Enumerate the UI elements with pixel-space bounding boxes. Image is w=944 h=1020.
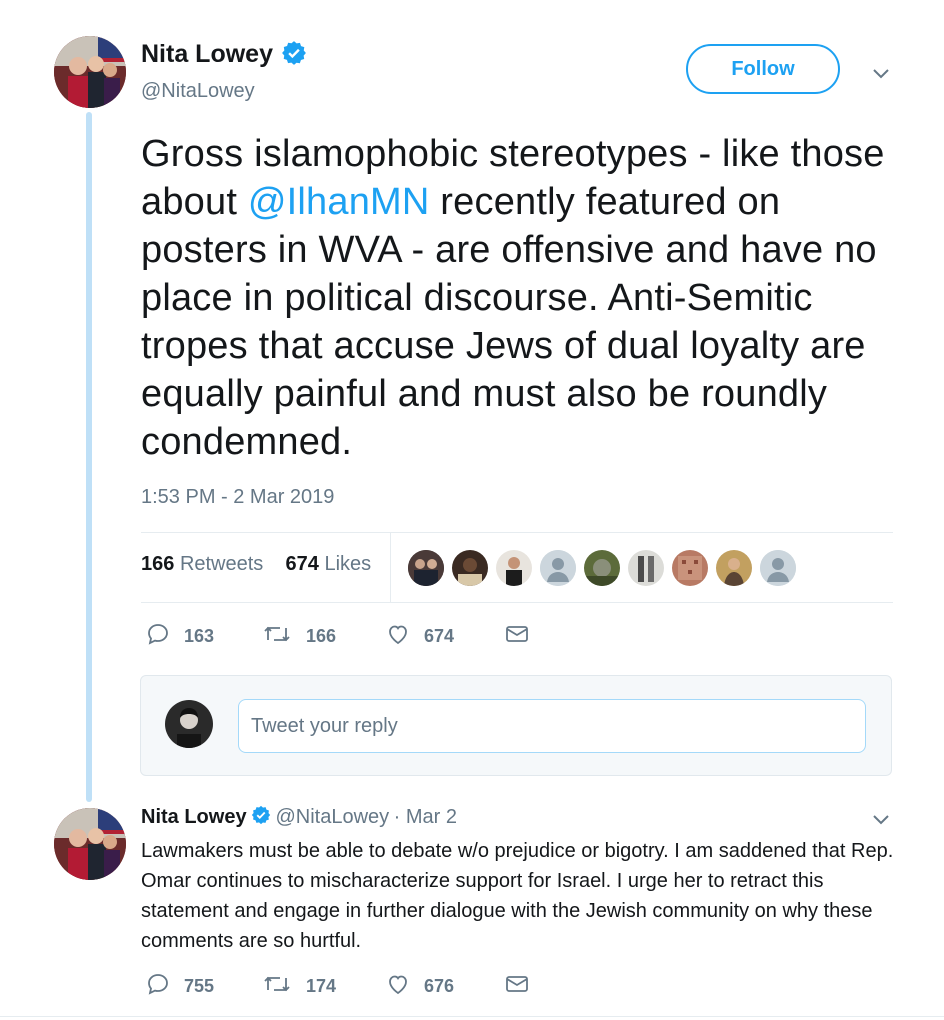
reply-date[interactable]: · Mar 2 (394, 806, 457, 828)
retweet-action[interactable]: 174 (262, 972, 336, 1001)
retweets-stat[interactable]: 166 Retweets (141, 553, 263, 575)
liker-avatar[interactable] (628, 550, 664, 586)
like-action[interactable]: 676 (386, 972, 454, 1001)
reply-tweet-text: Lawmakers must be able to debate w/o pre… (141, 840, 894, 952)
liker-avatar[interactable] (452, 550, 488, 586)
author-avatar[interactable] (54, 36, 126, 108)
author-name-row: Nita Lowey (141, 40, 307, 71)
direct-message-action[interactable] (505, 972, 529, 1001)
direct-message-action[interactable] (505, 622, 529, 651)
retweet-icon (262, 622, 292, 651)
author-name[interactable]: Nita Lowey (141, 40, 273, 68)
likes-stat[interactable]: 674 Likes (286, 553, 372, 575)
author-handle[interactable]: @NitaLowey (141, 80, 255, 103)
reply-input[interactable]: Tweet your reply (238, 699, 866, 753)
retweet-count: 174 (306, 976, 337, 996)
liker-avatar[interactable] (584, 550, 620, 586)
reply-action[interactable]: 755 (146, 972, 214, 1001)
like-count: 674 (424, 626, 455, 646)
tweet-timestamp[interactable]: 1:53 PM - 2 Mar 2019 (141, 486, 334, 509)
tweet-text-part2: recently featured on posters in WVA - ar… (141, 181, 877, 463)
retweets-count: 166 (141, 553, 175, 575)
retweet-icon (262, 972, 292, 1001)
like-count: 676 (424, 976, 455, 996)
envelope-icon (505, 622, 529, 651)
divider (141, 602, 893, 603)
verified-badge-icon (251, 805, 271, 830)
likes-count: 674 (285, 553, 319, 575)
tweet-stats: 166 Retweets 674 Likes (141, 553, 371, 576)
like-action[interactable]: 674 (386, 622, 454, 651)
retweet-count: 166 (306, 626, 337, 646)
liker-avatar[interactable] (672, 550, 708, 586)
reply-author-name[interactable]: Nita Lowey (141, 806, 247, 828)
reply-icon (146, 972, 170, 1001)
reply-author-avatar[interactable] (54, 808, 126, 880)
liker-default-avatar-icon[interactable] (540, 550, 576, 586)
liker-avatar[interactable] (408, 550, 444, 586)
current-user-avatar[interactable] (165, 700, 213, 748)
heart-icon (386, 622, 410, 651)
verified-badge-icon (277, 41, 307, 71)
liker-default-avatar-icon[interactable] (760, 550, 796, 586)
stats-separator (390, 533, 391, 603)
follow-button[interactable]: Follow (686, 44, 840, 94)
more-options-chevron-icon[interactable] (870, 62, 892, 89)
reply-count: 755 (184, 976, 215, 996)
reply-more-chevron-icon[interactable] (870, 808, 892, 835)
reply-author-handle[interactable]: @NitaLowey (275, 806, 389, 828)
liker-avatar[interactable] (496, 550, 532, 586)
tweet-text: Gross islamophobic stereotypes - like th… (141, 130, 911, 466)
envelope-icon (505, 972, 529, 1001)
likes-label: Likes (324, 553, 372, 575)
liker-avatar[interactable] (716, 550, 752, 586)
heart-icon (386, 972, 410, 1001)
reply-header: Nita Lowey @NitaLowey · Mar 2 (141, 805, 457, 830)
reply-count: 163 (184, 626, 215, 646)
thread-connector-line (86, 112, 92, 802)
divider (141, 532, 893, 533)
reply-action[interactable]: 163 (146, 622, 214, 651)
reply-icon (146, 622, 170, 651)
bottom-divider (0, 1016, 944, 1017)
mention-link[interactable]: @IlhanMN (248, 181, 430, 223)
retweets-label: Retweets (179, 553, 264, 575)
retweet-action[interactable]: 166 (262, 622, 336, 651)
